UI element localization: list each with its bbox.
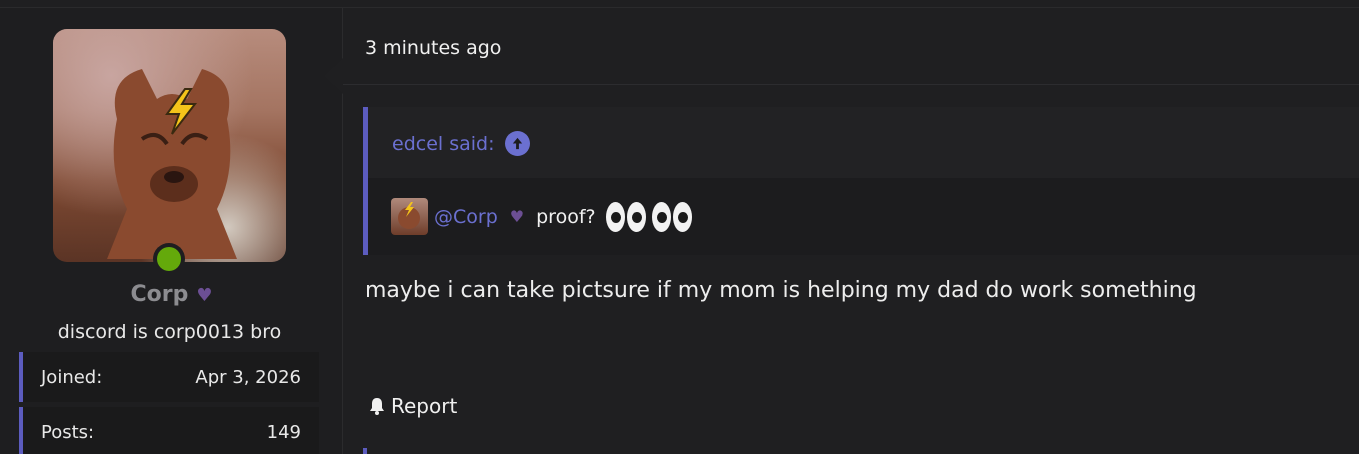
bell-icon	[370, 398, 384, 415]
online-status-indicator	[153, 243, 185, 275]
message-caret	[324, 58, 343, 94]
message-timestamp[interactable]: 3 minutes ago	[365, 37, 501, 59]
stat-value: 149	[266, 421, 301, 443]
purple-heart-icon: ♥	[196, 285, 213, 306]
dog-avatar-image	[107, 69, 237, 259]
purple-heart-icon: ♥	[509, 207, 525, 226]
user-sidebar: Corp ♥ discord is corp0013 bro Joined: Ap…	[0, 8, 343, 454]
user-mention[interactable]: @Corp	[434, 206, 498, 228]
message-header: 3 minutes ago	[343, 8, 1359, 85]
stat-label: Posts:	[41, 421, 95, 443]
next-quote-edge	[363, 448, 367, 454]
avatar[interactable]	[53, 29, 286, 262]
user-title: discord is corp0013 bro	[57, 321, 282, 343]
mention-avatar[interactable]	[391, 198, 428, 235]
stat-joined: Joined: Apr 3, 2026	[19, 352, 319, 402]
quote-header: edcel said:	[368, 107, 1359, 178]
stat-label: Joined:	[41, 366, 103, 388]
quote-author-link[interactable]: edcel said:	[392, 131, 530, 156]
quote-block: edcel said: @Corp ♥ proof?	[363, 107, 1359, 255]
message: 3 minutes ago edcel said: @Corp ♥ proof?…	[343, 8, 1359, 454]
report-button[interactable]: Report	[367, 394, 457, 418]
arrow-up-circle-icon[interactable]	[504, 131, 530, 156]
stat-value: Apr 3, 2026	[195, 366, 301, 388]
message-body: maybe i can take pictsure if my mom is h…	[365, 278, 1197, 303]
eyes-emoji-icon	[605, 201, 692, 232]
top-divider	[0, 0, 1359, 8]
quote-text: proof?	[536, 205, 596, 228]
username[interactable]: Corp ♥	[0, 282, 343, 307]
quote-content: @Corp ♥ proof?	[391, 198, 692, 235]
stat-posts: Posts: 149	[19, 407, 319, 454]
